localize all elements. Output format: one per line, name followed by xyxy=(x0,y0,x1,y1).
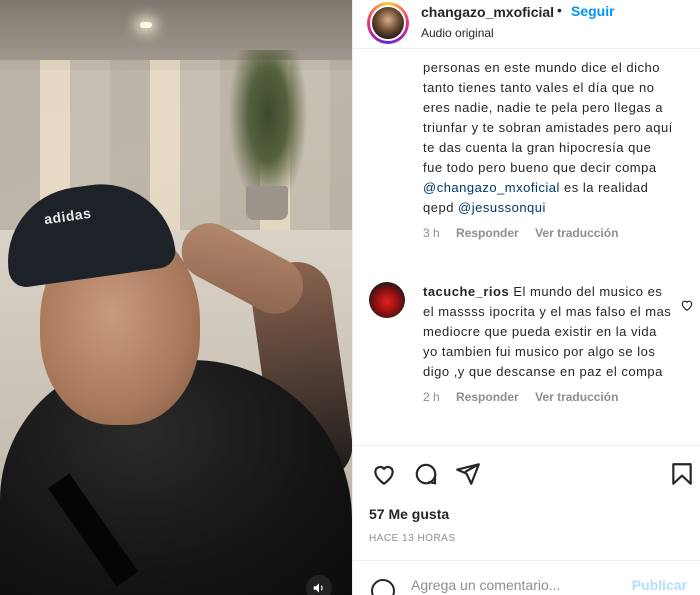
commenter-avatar[interactable] xyxy=(369,282,405,318)
comment-time[interactable]: 2 h xyxy=(423,390,440,404)
emoji-icon[interactable] xyxy=(371,579,395,595)
comment-meta: 2 h Responder Ver traducción xyxy=(423,390,673,404)
speaker-icon-svg xyxy=(313,583,323,593)
comment-body: personas en este mundo dice el dicho tan… xyxy=(423,60,673,175)
follow-button[interactable]: Seguir xyxy=(571,3,615,19)
post-header: changazo_mxoficial • Seguir Audio origin… xyxy=(353,0,700,49)
speaker-icon[interactable] xyxy=(306,575,332,595)
comments-list[interactable]: personas en este mundo dice el dicho tan… xyxy=(353,50,700,445)
commenter-username[interactable]: tacuche_rios xyxy=(423,284,509,299)
publish-button[interactable]: Publicar xyxy=(632,577,687,593)
mention-link[interactable]: @changazo_mxoficial xyxy=(423,180,560,195)
plant-pot xyxy=(246,186,288,220)
reply-button[interactable]: Responder xyxy=(456,390,519,404)
comment-like-heart-icon[interactable] xyxy=(680,298,694,312)
bookmark-icon[interactable] xyxy=(669,461,695,487)
author-username[interactable]: changazo_mxoficial xyxy=(421,4,554,20)
comment-time[interactable]: 3 h xyxy=(423,226,440,240)
post-timestamp[interactable]: HACE 13 HORAS xyxy=(369,533,456,544)
reply-button[interactable]: Responder xyxy=(456,226,519,240)
translate-button[interactable]: Ver traducción xyxy=(535,390,618,404)
mention-link[interactable]: @jesussonqui xyxy=(458,200,546,215)
comment-text: personas en este mundo dice el dicho tan… xyxy=(423,58,673,218)
comment-meta: 3 h Responder Ver traducción xyxy=(423,226,673,240)
audio-label[interactable]: Audio original xyxy=(421,26,494,40)
heart-icon[interactable] xyxy=(371,461,397,487)
comment-item: personas en este mundo dice el dicho tan… xyxy=(423,58,673,240)
paper-plane-icon[interactable] xyxy=(455,461,481,487)
avatar[interactable] xyxy=(370,5,406,41)
separator-dot: • xyxy=(557,2,562,18)
comment-text: tacuche_rios El mundo del musico es el m… xyxy=(423,282,673,382)
comment-icon[interactable] xyxy=(413,461,439,487)
ceiling-light xyxy=(140,22,152,28)
likes-count[interactable]: 57 Me gusta xyxy=(369,506,449,522)
video-player[interactable]: adidas xyxy=(0,0,352,595)
comment-input[interactable] xyxy=(411,577,621,593)
translate-button[interactable]: Ver traducción xyxy=(535,226,618,240)
action-bar xyxy=(353,445,700,505)
avatar-story-ring[interactable] xyxy=(367,2,409,44)
comment-content: tacuche_rios El mundo del musico es el m… xyxy=(423,282,673,404)
post-panel: changazo_mxoficial • Seguir Audio origin… xyxy=(352,0,700,595)
add-comment-bar: Publicar xyxy=(353,560,700,595)
